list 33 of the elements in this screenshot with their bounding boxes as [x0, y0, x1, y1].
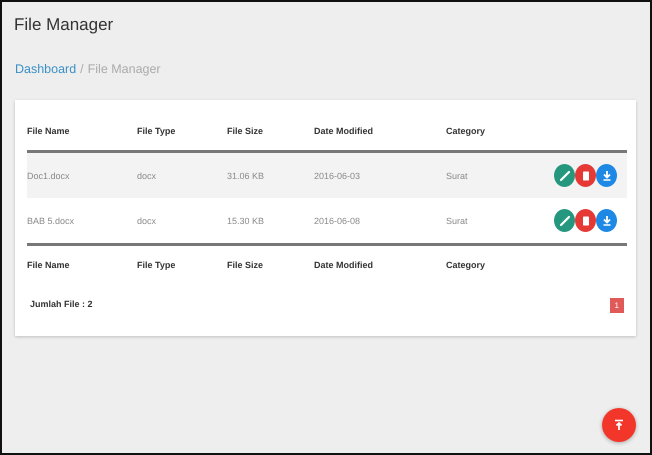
- upload-icon: [612, 418, 626, 432]
- breadcrumb-separator: /: [80, 62, 84, 76]
- table-cell-text: docx: [137, 216, 158, 226]
- table-cell-text: 2016-06-08: [314, 216, 362, 226]
- column-header[interactable]: Date Modified: [314, 126, 446, 136]
- column-header[interactable]: Category: [446, 126, 516, 136]
- edit-button[interactable]: [554, 164, 575, 187]
- column-header[interactable]: Date Modified: [314, 260, 446, 270]
- column-header[interactable]: File Name: [27, 126, 137, 136]
- column-header[interactable]: File Type: [137, 126, 227, 136]
- table-cell-text: docx: [137, 170, 158, 180]
- table-cell-text: 31.06 KB: [227, 170, 266, 180]
- download-button[interactable]: [596, 209, 617, 232]
- column-header[interactable]: File Size: [227, 260, 314, 270]
- breadcrumb-current: File Manager: [88, 62, 161, 76]
- edit-button[interactable]: [554, 209, 575, 232]
- delete-button[interactable]: [575, 209, 596, 232]
- file-count: Jumlah File : 2: [29, 299, 93, 309]
- page-title: File Manager: [14, 14, 114, 36]
- column-header[interactable]: File Type: [137, 260, 227, 270]
- column-header[interactable]: File Size: [227, 126, 314, 136]
- delete-button[interactable]: [575, 164, 596, 187]
- page-button[interactable]: 1: [610, 298, 624, 313]
- column-header[interactable]: File Name: [27, 260, 137, 270]
- column-header[interactable]: Category: [446, 260, 516, 270]
- upload-button[interactable]: [602, 408, 636, 442]
- table-cell-text: 2016-06-03: [314, 170, 362, 180]
- download-button[interactable]: [596, 164, 617, 187]
- table-cell-text: Surat: [446, 170, 469, 180]
- table-cell-text: Surat: [446, 216, 469, 226]
- table-cell-text: Doc1.docx: [27, 170, 71, 180]
- table-cell-text: BAB 5.docx: [27, 216, 76, 226]
- table-cell-text: 15.30 KB: [227, 216, 266, 226]
